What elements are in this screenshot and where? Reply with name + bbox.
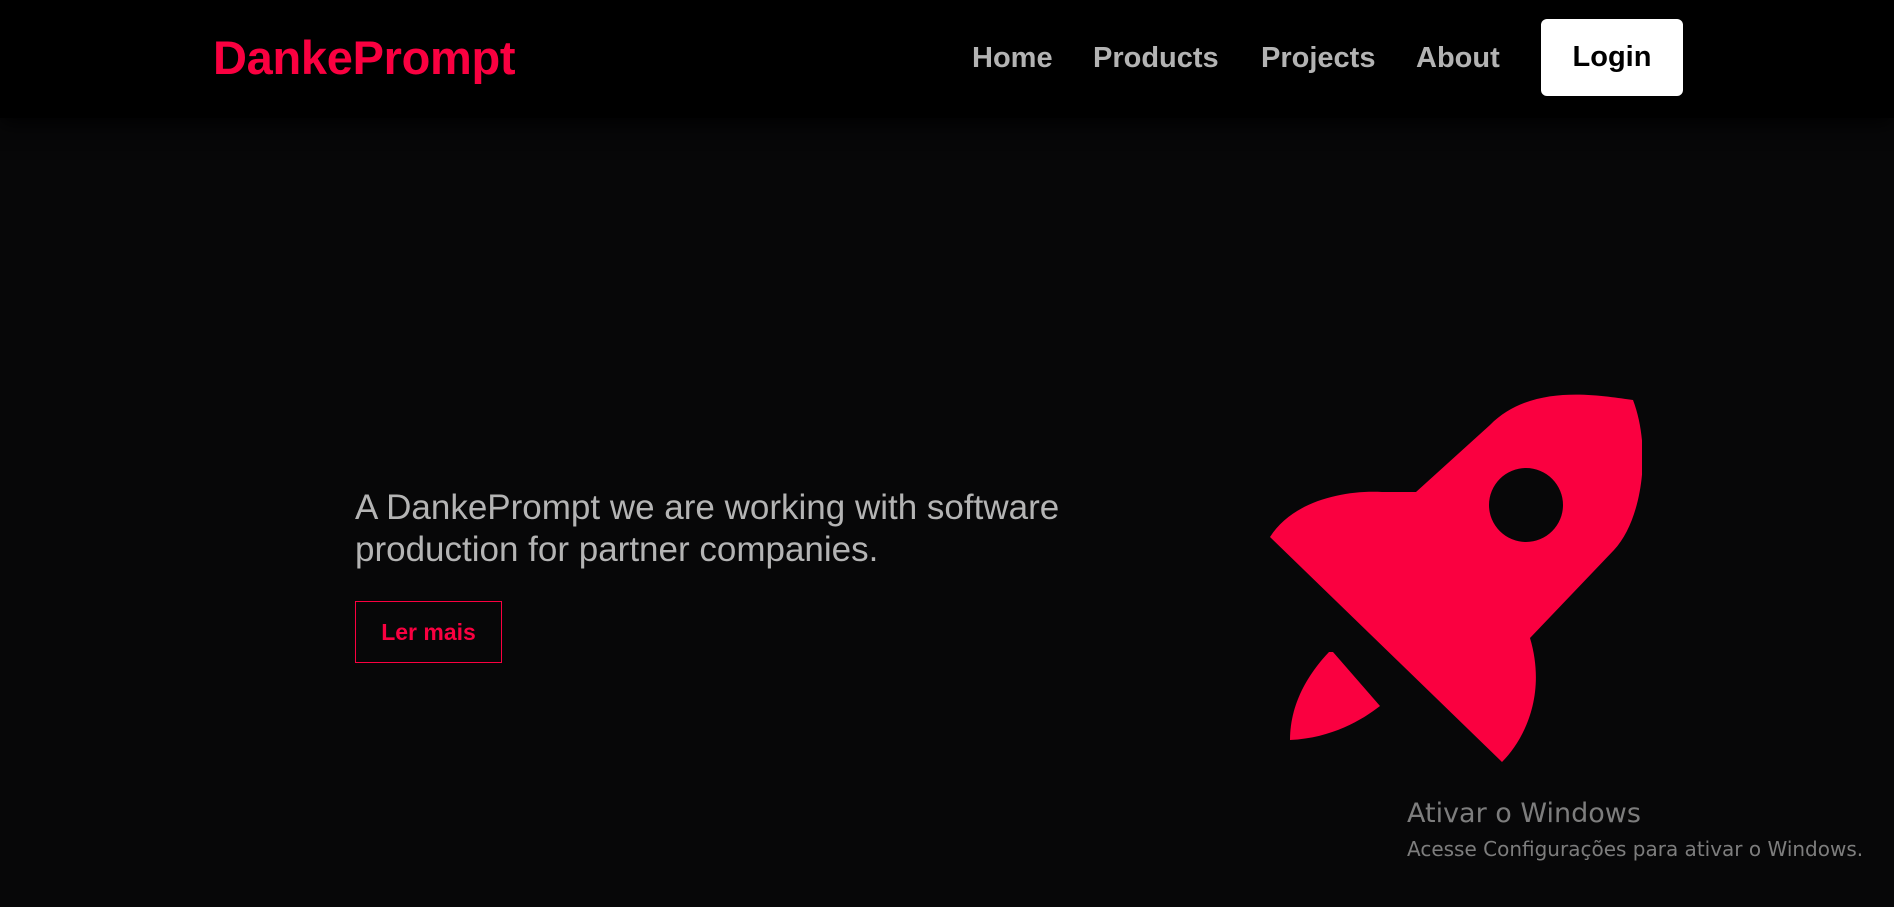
hero-line-2: production for partner companies.	[355, 530, 879, 569]
rocket-icon	[1270, 394, 1642, 762]
top-navbar: DankePrompt Home Products Projects About…	[0, 0, 1894, 118]
nav-home-link[interactable]: Home	[972, 40, 1053, 76]
nav-products-link[interactable]: Products	[1093, 40, 1219, 76]
hero-description: A DankePrompt we are working with softwa…	[355, 487, 1155, 571]
read-more-button[interactable]: Ler mais	[355, 601, 502, 663]
hero-line-1: A DankePrompt we are working with softwa…	[355, 488, 1060, 527]
nav-about-link[interactable]: About	[1416, 40, 1500, 76]
nav-projects-link[interactable]: Projects	[1261, 40, 1375, 76]
windows-activation-subtitle: Acesse Configurações para ativar o Windo…	[1407, 837, 1864, 861]
page: DankePrompt Home Products Projects About…	[0, 0, 1894, 907]
brand-logo[interactable]: DankePrompt	[213, 30, 516, 86]
login-button[interactable]: Login	[1541, 19, 1683, 96]
windows-activation-title: Ativar o Windows	[1407, 798, 1641, 829]
